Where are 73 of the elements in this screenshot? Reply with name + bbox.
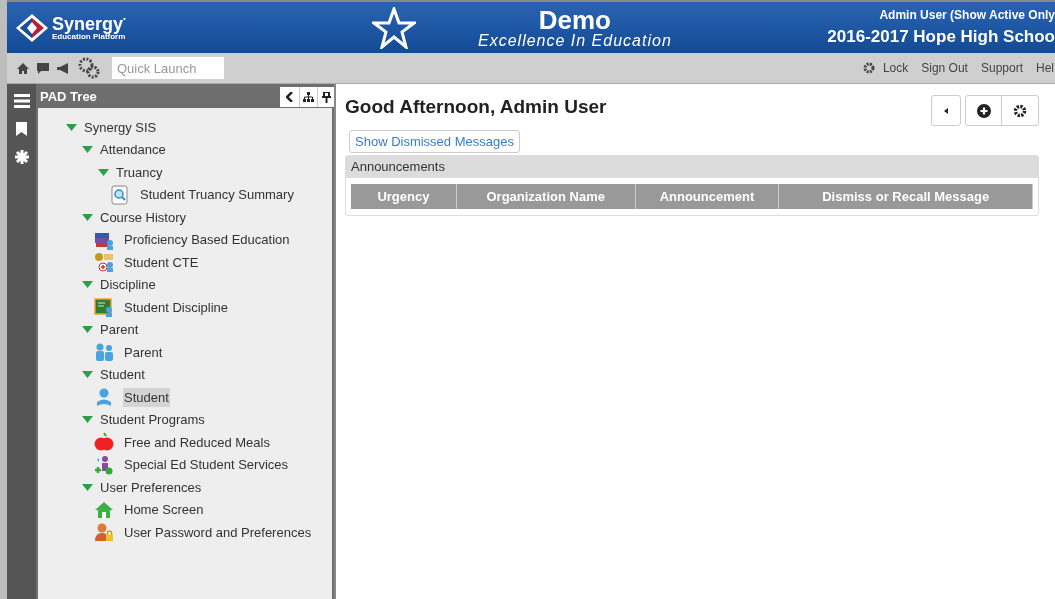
asterisk-icon[interactable] bbox=[14, 150, 29, 164]
logo-icon bbox=[15, 12, 49, 43]
tree-item[interactable]: Truancy bbox=[115, 162, 164, 182]
user-lock-icon bbox=[94, 522, 114, 543]
report-icon bbox=[110, 184, 130, 205]
school-name[interactable]: 2016-2017 Hope High Schoo bbox=[827, 23, 1055, 50]
expand-triangle-icon[interactable] bbox=[82, 416, 93, 424]
column-header: Announcement bbox=[635, 184, 780, 209]
apple-icon bbox=[94, 432, 114, 453]
logo-name: Synergy bbox=[52, 14, 124, 33]
expand-triangle-icon[interactable] bbox=[82, 213, 93, 221]
menu-icon[interactable] bbox=[13, 94, 30, 108]
logo-mark: • bbox=[123, 14, 126, 23]
greeting-heading: Good Afternoon, Admin User bbox=[345, 95, 607, 119]
tree-item[interactable]: Special Ed Student Services bbox=[123, 455, 290, 475]
column-header: Urgency bbox=[351, 184, 457, 209]
tree-item[interactable]: Course History bbox=[99, 207, 187, 227]
chat-icon[interactable] bbox=[37, 62, 49, 74]
toolbar-link[interactable]: Support bbox=[980, 59, 1023, 77]
column-header: Organization Name bbox=[456, 184, 636, 209]
tree-item[interactable]: Free and Reduced Meals bbox=[123, 432, 271, 452]
person-plus-icon bbox=[94, 454, 114, 475]
chalkboard-icon bbox=[94, 297, 114, 318]
star-icon bbox=[372, 6, 416, 49]
toolbar-link[interactable]: Lock bbox=[882, 59, 909, 77]
tree-item[interactable]: Discipline bbox=[99, 275, 157, 295]
tree-item[interactable]: Parent bbox=[99, 320, 140, 340]
tree-item[interactable]: Student bbox=[123, 387, 170, 407]
tree-item[interactable]: Home Screen bbox=[123, 500, 205, 520]
home-icon[interactable] bbox=[17, 62, 29, 74]
bookmark-icon[interactable] bbox=[16, 122, 27, 136]
house-icon bbox=[94, 499, 114, 520]
header-subtitle: Excellence In Education bbox=[478, 32, 672, 49]
settings-icon bbox=[1013, 103, 1027, 118]
header-title: Demo bbox=[538, 6, 611, 33]
tree-item[interactable]: Student CTE bbox=[123, 252, 200, 272]
tree-item[interactable]: User Preferences bbox=[99, 477, 203, 497]
expand-triangle-icon[interactable] bbox=[66, 123, 77, 131]
tree-item[interactable]: Student bbox=[99, 365, 146, 385]
gears-icon[interactable] bbox=[78, 57, 100, 79]
show-dismissed-button[interactable]: Show Dismissed Messages bbox=[349, 130, 520, 153]
tree-item[interactable]: User Password and Preferences bbox=[123, 522, 313, 542]
column-header: Dismiss or Recall Message bbox=[779, 184, 1033, 209]
toolbar-link[interactable]: Sign Out bbox=[921, 59, 968, 77]
announcements-title: Announcements bbox=[351, 158, 445, 177]
caret-icon bbox=[944, 107, 948, 114]
tree-item[interactable]: Parent bbox=[123, 342, 164, 362]
hierarchy-button[interactable] bbox=[300, 87, 318, 107]
plus-circle-icon bbox=[976, 103, 991, 118]
expand-triangle-icon[interactable] bbox=[82, 371, 93, 379]
expand-triangle-icon[interactable] bbox=[98, 168, 109, 176]
expand-triangle-icon[interactable] bbox=[82, 281, 93, 289]
tree-item[interactable]: Synergy SIS bbox=[83, 117, 158, 137]
user-link[interactable]: Admin User (Show Active Only bbox=[879, 5, 1055, 24]
settings-icon[interactable] bbox=[862, 62, 875, 74]
expand-triangle-icon[interactable] bbox=[82, 483, 93, 491]
pin-icon bbox=[321, 91, 331, 103]
hierarchy-icon bbox=[303, 92, 314, 102]
tree-item[interactable]: Student Discipline bbox=[123, 297, 230, 317]
tree-item[interactable]: Student Truancy Summary bbox=[139, 185, 295, 205]
chevron-left-icon bbox=[286, 92, 293, 102]
panel-title: PAD Tree bbox=[40, 88, 97, 107]
tree-item[interactable]: Proficiency Based Education bbox=[123, 230, 291, 250]
expand-triangle-icon[interactable] bbox=[82, 146, 93, 154]
tree-item[interactable]: Student Programs bbox=[99, 410, 206, 430]
tree-item[interactable]: Attendance bbox=[99, 140, 167, 160]
toolbar-link[interactable]: Hel bbox=[1036, 59, 1054, 77]
expand-triangle-icon[interactable] bbox=[82, 326, 93, 334]
megaphone-icon[interactable] bbox=[57, 62, 70, 74]
person-icon bbox=[94, 387, 114, 408]
people-icon bbox=[94, 342, 114, 363]
badge-icon bbox=[94, 252, 114, 273]
quick-launch-field[interactable]: Quick Launch bbox=[112, 57, 224, 79]
